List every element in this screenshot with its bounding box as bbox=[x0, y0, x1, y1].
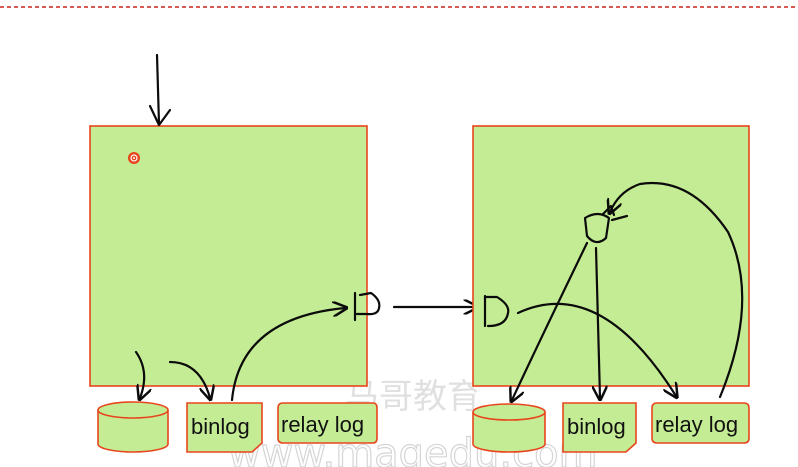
slave-server-box bbox=[472, 125, 750, 387]
write-arrow bbox=[148, 53, 172, 127]
pointer-dot-icon bbox=[128, 152, 140, 164]
master-relay-log-label: relay log bbox=[281, 412, 364, 437]
slave-data-store bbox=[472, 403, 546, 453]
master-server-box bbox=[89, 125, 368, 387]
slave-relay-log-file: relay log bbox=[651, 402, 750, 444]
master-relay-log-file: relay log bbox=[277, 402, 378, 444]
slave-binlog-file: binlog bbox=[562, 402, 637, 453]
master-data-store bbox=[97, 401, 169, 453]
master-binlog-file: binlog bbox=[186, 402, 263, 453]
slave-relay-log-label: relay log bbox=[655, 412, 738, 437]
replication-diagram: 马哥教育 www.magedu.com binlog relay log bin… bbox=[0, 6, 798, 467]
slave-binlog-label: binlog bbox=[567, 414, 626, 439]
master-binlog-label: binlog bbox=[191, 414, 250, 439]
